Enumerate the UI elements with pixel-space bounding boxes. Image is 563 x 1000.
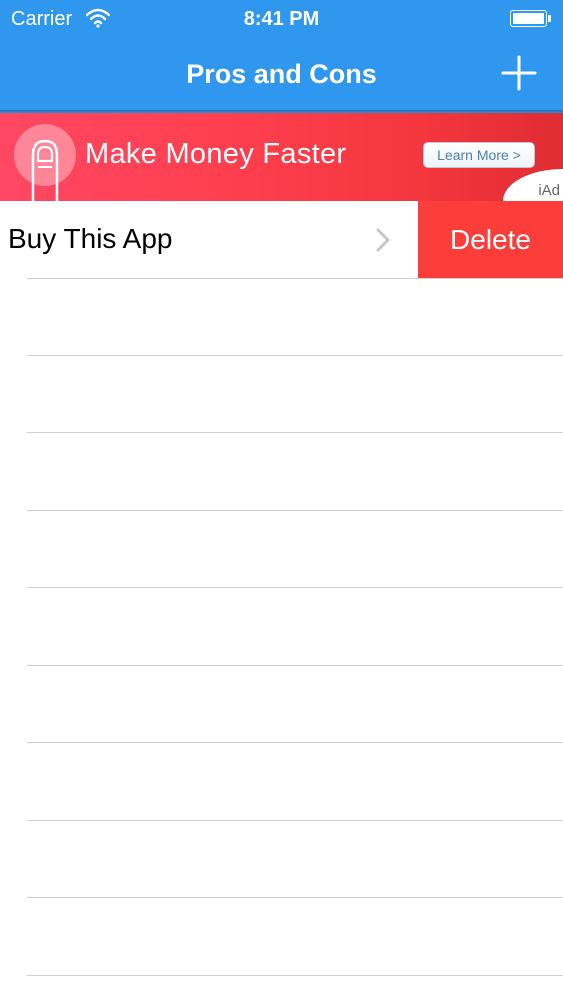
delete-button[interactable]: Delete (418, 201, 563, 278)
battery-body (510, 10, 547, 27)
pros-cons-list: Buy This App Delete (0, 201, 563, 1000)
row-separator (27, 975, 563, 976)
empty-row (0, 666, 563, 743)
empty-row (0, 743, 563, 820)
empty-row (0, 898, 563, 975)
finger-tap-icon (31, 139, 59, 201)
empty-row (0, 433, 563, 510)
chevron-right-icon[interactable] (376, 228, 390, 252)
empty-row (0, 821, 563, 898)
list-item-label[interactable]: Buy This App (8, 221, 172, 257)
list-item[interactable]: Buy This App Delete (0, 201, 563, 278)
empty-row (0, 356, 563, 433)
empty-row (0, 588, 563, 665)
battery-fill (513, 13, 544, 24)
learn-more-button[interactable]: Learn More > (423, 142, 535, 168)
status-time: 8:41 PM (243, 8, 320, 30)
plus-icon (501, 55, 537, 91)
navigation-header: Carrier 8:41 PM Pros and Cons (0, 0, 563, 113)
ad-banner[interactable]: Make Money Faster Learn More > iAd (0, 113, 563, 201)
page-title: Pros and Cons (186, 59, 377, 89)
screen: Carrier 8:41 PM Pros and Cons Make Money… (0, 0, 563, 1000)
add-button[interactable] (498, 52, 540, 94)
battery-tip (548, 15, 551, 22)
empty-row (0, 279, 563, 356)
ad-headline: Make Money Faster (85, 138, 347, 170)
empty-row (0, 511, 563, 588)
battery-icon (510, 10, 552, 27)
iad-badge: iAd (538, 182, 560, 199)
